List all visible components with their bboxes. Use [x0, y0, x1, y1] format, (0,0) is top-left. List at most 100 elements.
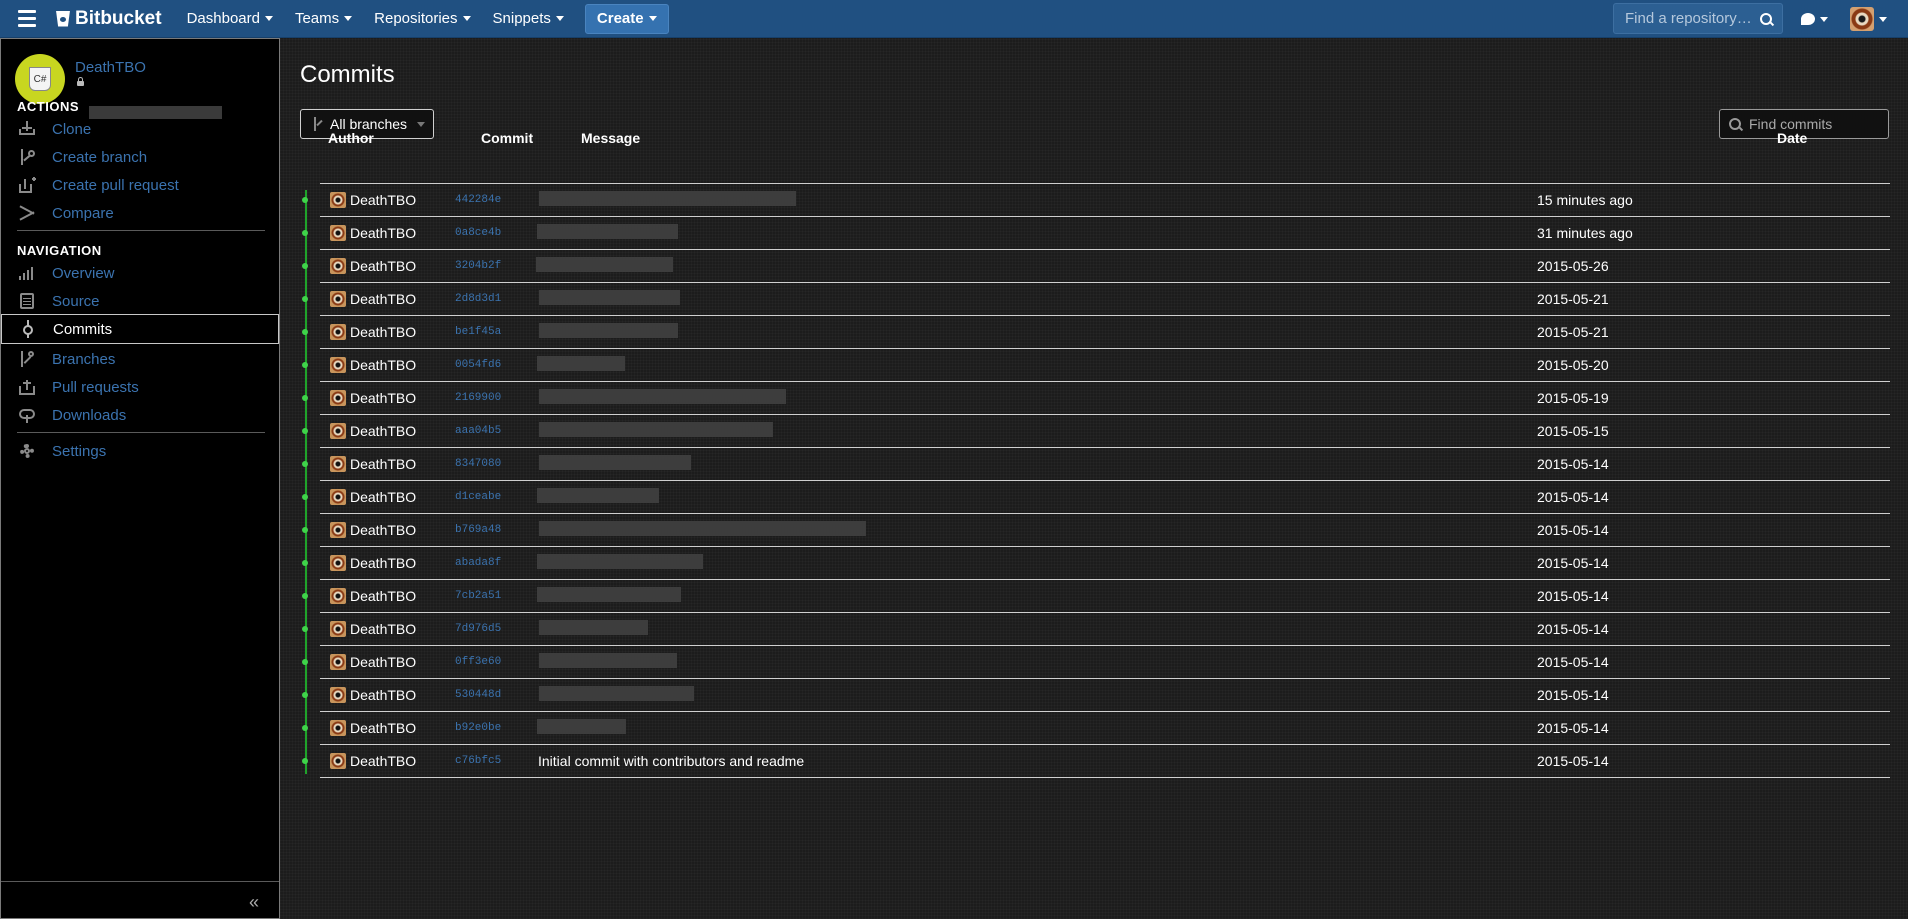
commit-row[interactable]: DeathTBO 530448d 2015-05-14: [320, 678, 1890, 711]
commit-graph-node: [302, 659, 308, 665]
redacted-commit-message[interactable]: [539, 620, 648, 635]
search-icon[interactable]: [1760, 13, 1772, 25]
commit-hash-link[interactable]: be1f45a: [455, 326, 501, 338]
commit-row[interactable]: DeathTBO b769a48 2015-05-14: [320, 513, 1890, 546]
bitbucket-logo[interactable]: Bitbucket: [56, 8, 162, 30]
commit-row[interactable]: DeathTBO 0a8ce4b 31 minutes ago: [320, 216, 1890, 249]
commit-row[interactable]: DeathTBO c76bfc5 Initial commit with contr…: [320, 744, 1890, 778]
commit-row[interactable]: DeathTBO aaa04b5 2015-05-15: [320, 414, 1890, 447]
author-avatar: [330, 522, 346, 538]
find-commits-input[interactable]: [1747, 115, 1886, 133]
commit-hash-link[interactable]: 3204b2f: [455, 260, 501, 272]
commit-hash-link[interactable]: 2d8d3d1: [455, 293, 501, 305]
nav-teams[interactable]: Teams: [284, 0, 363, 38]
commit-hash-link[interactable]: 8347080: [455, 458, 501, 470]
commit-hash-link[interactable]: c76bfc5: [455, 755, 501, 767]
collapse-sidebar-button[interactable]: «: [249, 892, 259, 913]
commit-hash-link[interactable]: 2169900: [455, 392, 501, 404]
commit-author: DeathTBO: [350, 456, 417, 472]
page-title: Commits: [300, 61, 395, 88]
sidebar-item-compare[interactable]: Compare: [1, 197, 279, 229]
sidebar-item-label: Commits: [53, 320, 113, 338]
commit-row[interactable]: DeathTBO 0054fd6 2015-05-20: [320, 348, 1890, 381]
sidebar-item-settings[interactable]: Settings: [1, 435, 279, 467]
redacted-commit-message[interactable]: [537, 587, 681, 602]
redacted-commit-message[interactable]: [537, 488, 659, 503]
repository-search-input[interactable]: [1623, 9, 1757, 28]
help-menu[interactable]: [1801, 0, 1828, 38]
menu-icon[interactable]: [18, 0, 44, 38]
commit-row[interactable]: DeathTBO 7cb2a51 2015-05-14: [320, 579, 1890, 612]
sidebar-item-label: Overview: [52, 264, 115, 282]
commit-row[interactable]: DeathTBO 8347080 2015-05-14: [320, 447, 1890, 480]
commit-date: 2015-05-14: [1537, 522, 1609, 538]
create-button-label: Create: [596, 10, 644, 27]
commit-author: DeathTBO: [350, 687, 417, 703]
sidebar-item-source[interactable]: Source: [1, 285, 279, 317]
repo-avatar[interactable]: C#: [15, 54, 65, 104]
commit-hash-link[interactable]: aaa04b5: [455, 425, 501, 437]
commit-row[interactable]: DeathTBO abada8f 2015-05-14: [320, 546, 1890, 579]
redacted-commit-message[interactable]: [537, 224, 678, 239]
redacted-commit-message[interactable]: [537, 554, 703, 569]
commit-row[interactable]: DeathTBO 2d8d3d1 2015-05-21: [320, 282, 1890, 315]
commit-graph-node: [302, 758, 308, 764]
commit-row[interactable]: DeathTBO b92e0be 2015-05-14: [320, 711, 1890, 744]
user-menu[interactable]: [1850, 0, 1887, 38]
commit-graph-node: [302, 230, 308, 236]
sidebar-item-downloads[interactable]: Downloads: [1, 399, 279, 431]
commit-hash-link[interactable]: 0ff3e60: [455, 656, 501, 668]
commit-hash-link[interactable]: 442284e: [455, 194, 501, 206]
redacted-commit-message[interactable]: [536, 257, 673, 272]
nav-repositories-label: Repositories: [374, 10, 458, 27]
redacted-commit-message[interactable]: [539, 521, 866, 536]
commit-hash-link[interactable]: 0a8ce4b: [455, 227, 501, 239]
redacted-commit-message[interactable]: [539, 686, 694, 701]
sidebar-item-commits[interactable]: Commits: [1, 314, 279, 344]
redacted-commit-message[interactable]: [539, 290, 680, 305]
redacted-commit-message[interactable]: [539, 653, 677, 668]
redacted-commit-message[interactable]: [537, 719, 626, 734]
create-button[interactable]: Create: [584, 3, 669, 34]
sidebar-item-label: Compare: [52, 204, 114, 222]
redacted-commit-message[interactable]: [537, 356, 625, 371]
commit-graph-node: [302, 329, 308, 335]
commit-hash-link[interactable]: abada8f: [455, 557, 501, 569]
user-avatar: [1850, 7, 1874, 31]
commit-row[interactable]: DeathTBO 7d976d5 2015-05-14: [320, 612, 1890, 645]
search-icon: [1729, 118, 1741, 130]
redacted-commit-message[interactable]: [539, 389, 786, 404]
branch-plus-icon: [18, 148, 36, 166]
pull-request-icon: [18, 378, 36, 396]
commit-row[interactable]: DeathTBO d1ceabe 2015-05-14: [320, 480, 1890, 513]
commit-hash-link[interactable]: 530448d: [455, 689, 501, 701]
commit-row[interactable]: DeathTBO 2169900 2015-05-19: [320, 381, 1890, 414]
redacted-commit-message[interactable]: [539, 323, 678, 338]
sidebar-divider: [17, 230, 265, 231]
repo-owner-link[interactable]: DeathTBO: [75, 59, 146, 76]
commit-hash-link[interactable]: 7cb2a51: [455, 590, 501, 602]
commit-row[interactable]: DeathTBO 442284e 15 minutes ago: [320, 183, 1890, 216]
column-header-commit: Commit: [481, 130, 534, 146]
commit-graph-node: [302, 626, 308, 632]
commit-hash-link[interactable]: b92e0be: [455, 722, 501, 734]
commit-author: DeathTBO: [350, 192, 417, 208]
commit-hash-link[interactable]: b769a48: [455, 524, 501, 536]
commit-message[interactable]: Initial commit with contributors and rea…: [538, 753, 804, 769]
commit-hash-link[interactable]: d1ceabe: [455, 491, 501, 503]
commit-hash-link[interactable]: 7d976d5: [455, 623, 501, 635]
redacted-commit-message[interactable]: [539, 191, 796, 206]
commit-date: 2015-05-14: [1537, 687, 1609, 703]
commit-row[interactable]: DeathTBO 3204b2f 2015-05-26: [320, 249, 1890, 282]
redacted-commit-message[interactable]: [539, 455, 691, 470]
commit-row[interactable]: DeathTBO be1f45a 2015-05-21: [320, 315, 1890, 348]
sidebar-item-label: Downloads: [52, 406, 127, 424]
redacted-commit-message[interactable]: [539, 422, 773, 437]
commit-hash-link[interactable]: 0054fd6: [455, 359, 501, 371]
nav-repositories[interactable]: Repositories: [363, 0, 481, 38]
nav-dashboard[interactable]: Dashboard: [176, 0, 284, 38]
nav-snippets[interactable]: Snippets: [482, 0, 575, 38]
commit-graph-node: [302, 428, 308, 434]
chevron-down-icon: [264, 16, 273, 21]
commit-row[interactable]: DeathTBO 0ff3e60 2015-05-14: [320, 645, 1890, 678]
